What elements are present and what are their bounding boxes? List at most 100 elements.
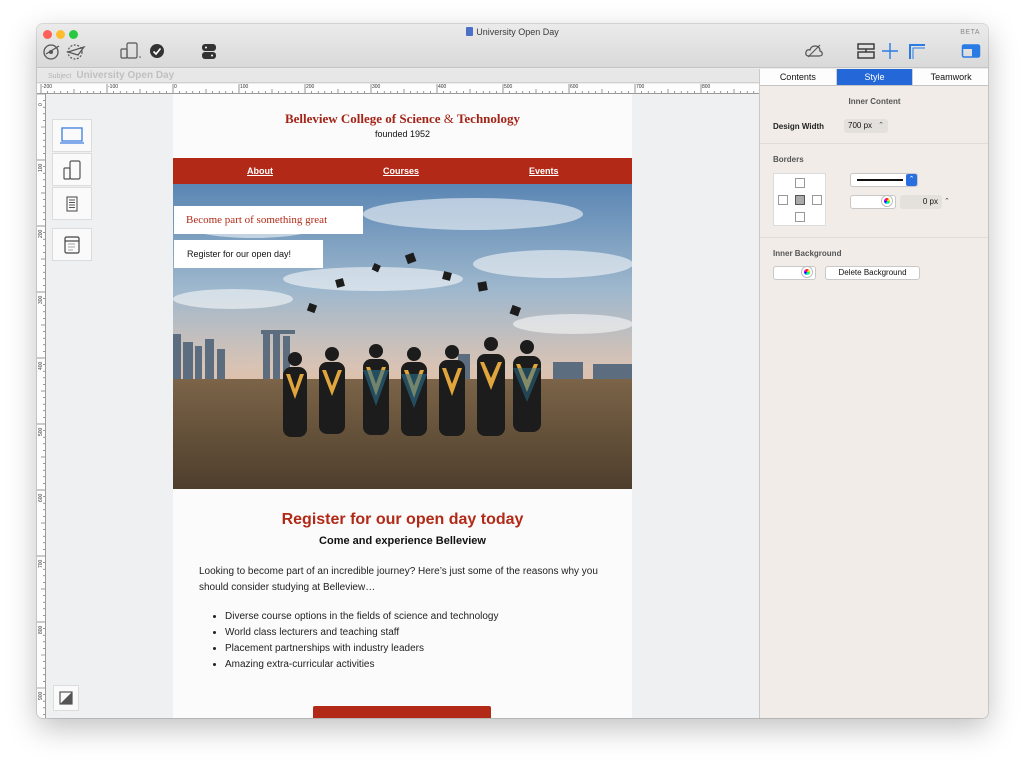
border-sides-picker[interactable] <box>773 173 826 226</box>
move-icon[interactable] <box>880 42 900 60</box>
ruler-label: 500 <box>38 427 44 436</box>
borders-title: Borders <box>773 155 804 164</box>
list-item: Placement partnerships with industry lea… <box>225 641 605 657</box>
document-icon <box>466 27 474 36</box>
border-right-toggle[interactable] <box>812 195 822 205</box>
ruler-label: -100 <box>108 84 119 90</box>
background-color-well[interactable] <box>773 266 816 280</box>
window-title-text: University Open Day <box>476 27 559 37</box>
desktop-view-button[interactable] <box>52 119 92 152</box>
ruler-label: 700 <box>636 84 645 90</box>
border-top-toggle[interactable] <box>795 178 805 188</box>
spam-check-icon[interactable] <box>200 42 218 60</box>
hero-tagline[interactable]: Become part of something great <box>174 206 363 234</box>
ruler-label: 900 <box>38 691 44 700</box>
border-width-value: 0 px <box>922 197 938 206</box>
list-item: World class lecturers and teaching staff <box>225 625 605 641</box>
college-name-ampersand: & <box>443 111 454 126</box>
window-title: University Open Day <box>37 27 988 37</box>
source-view-button[interactable] <box>52 228 92 261</box>
nav-link-courses[interactable]: Courses <box>383 166 419 176</box>
app-window: University Open Day BETA Subject Univers… <box>37 24 988 718</box>
stepper-arrows-icon: ⌃ <box>878 122 884 129</box>
layers-button[interactable] <box>53 685 79 711</box>
checkmark-icon[interactable] <box>149 42 165 60</box>
design-width-stepper[interactable]: 700 px ⌃ <box>844 119 888 133</box>
email-preview[interactable]: Belleview College of Science & Technolog… <box>173 94 632 718</box>
tab-style[interactable]: Style <box>836 69 914 85</box>
border-style-select[interactable]: ⌃ <box>850 173 918 187</box>
email-heading[interactable]: Register for our open day today <box>173 511 632 529</box>
design-width-value: 700 px <box>848 121 873 130</box>
cloud-icon[interactable] <box>804 42 824 60</box>
ruler-label: 0 <box>38 103 44 106</box>
preview-icon[interactable] <box>42 42 62 60</box>
hero-subtagline[interactable]: Register for our open day! <box>174 240 323 268</box>
ruler-label: 300 <box>38 295 44 304</box>
border-all-toggle[interactable] <box>795 195 805 205</box>
border-color-well[interactable] <box>850 195 896 209</box>
ruler-label: 100 <box>38 163 44 172</box>
design-width-label: Design Width <box>773 122 825 131</box>
border-left-toggle[interactable] <box>778 195 788 205</box>
subject-label: Subject <box>48 73 72 80</box>
tab-teamwork[interactable]: Teamwork <box>913 69 988 85</box>
inner-content-title: Inner Content <box>848 97 901 106</box>
stepper-arrows-icon[interactable]: ⌃ <box>944 197 950 205</box>
founded-text[interactable]: founded 1952 <box>173 129 632 139</box>
border-width-stepper[interactable]: 0 px <box>900 195 942 209</box>
ruler-label: 700 <box>38 559 44 568</box>
ruler-label: 200 <box>38 229 44 238</box>
mobile-tablet-view-icon <box>63 159 81 180</box>
college-name[interactable]: Belleview College of Science & Technolog… <box>173 111 632 127</box>
cta-button[interactable] <box>313 706 491 718</box>
devices-icon[interactable] <box>119 42 143 60</box>
titlebar: University Open Day BETA <box>37 24 988 68</box>
ruler-label: 800 <box>38 625 44 634</box>
inspector-tabs: Contents Style Teamwork <box>760 69 988 86</box>
plain-text-view-icon <box>66 195 78 212</box>
horizontal-ruler: -200 -100 0 100 200 300 400 500 600 700 800 <box>37 84 759 94</box>
ruler-label: 400 <box>438 84 447 90</box>
source-view-icon <box>64 235 80 254</box>
ruler-label: 600 <box>570 84 579 90</box>
email-subheading[interactable]: Come and experience Belleview <box>173 535 632 547</box>
ruler-label: 300 <box>372 84 381 90</box>
plain-text-view-button[interactable] <box>52 187 92 220</box>
layout-blocks-icon[interactable] <box>856 42 876 60</box>
ruler-label: 100 <box>240 84 249 90</box>
editor-canvas: Belleview College of Science & Technolog… <box>46 94 759 718</box>
nav-link-events[interactable]: Events <box>529 166 559 176</box>
divider <box>760 143 988 144</box>
ruler-label: 400 <box>38 361 44 370</box>
mobile-tablet-view-button[interactable] <box>52 153 92 186</box>
desktop-view-icon <box>60 126 84 144</box>
ruler-label: -200 <box>42 84 53 90</box>
border-line-preview <box>857 179 903 181</box>
ruler-guides-icon[interactable] <box>907 42 927 60</box>
email-paragraph[interactable]: Looking to become part of an incredible … <box>199 564 609 596</box>
tab-contents[interactable]: Contents <box>760 69 837 85</box>
ruler-label: 500 <box>504 84 513 90</box>
ruler-label: 800 <box>702 84 711 90</box>
color-picker-icon <box>802 267 812 277</box>
ruler-label: 0 <box>174 84 177 90</box>
beta-badge: BETA <box>960 29 980 36</box>
subject-bar[interactable]: Subject University Open Day <box>37 69 759 83</box>
college-name-part-1: Belleview College of Science <box>284 111 441 126</box>
college-name-part-2: Technology <box>456 111 521 126</box>
vertical-ruler: 0 100 200 300 400 500 600 700 800 900 <box>37 94 46 718</box>
email-nav-bar: About Courses Events <box>173 158 632 184</box>
reasons-list[interactable]: Diverse course options in the fields of … <box>225 609 605 673</box>
divider <box>760 237 988 238</box>
layers-icon <box>59 691 73 705</box>
chevron-updown-icon: ⌃ <box>906 174 917 186</box>
nav-link-about[interactable]: About <box>247 166 273 176</box>
border-bottom-toggle[interactable] <box>795 212 805 222</box>
sidebar-toggle-icon[interactable] <box>961 42 981 60</box>
delete-background-button[interactable]: Delete Background <box>825 266 920 280</box>
send-test-icon[interactable] <box>65 42 87 60</box>
color-picker-icon <box>882 196 892 206</box>
inner-background-title: Inner Background <box>773 249 842 258</box>
subject-field[interactable]: University Open Day <box>76 70 174 81</box>
